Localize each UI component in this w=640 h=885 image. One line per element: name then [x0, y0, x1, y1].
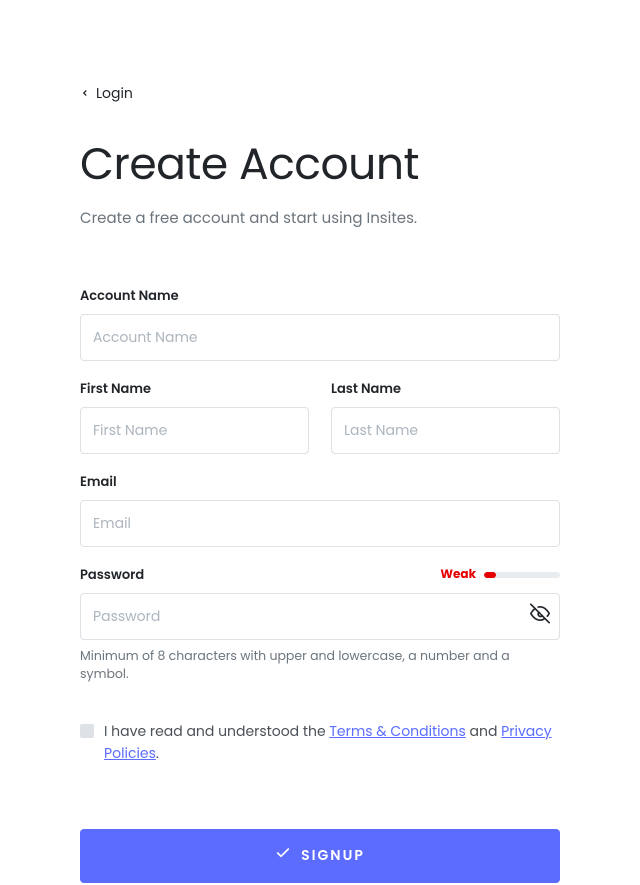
account-name-input[interactable]: [80, 314, 560, 361]
terms-conditions-link[interactable]: Terms & Conditions: [329, 721, 465, 741]
last-name-input[interactable]: [331, 407, 560, 454]
password-helper-text: Minimum of 8 characters with upper and l…: [80, 648, 560, 684]
terms-checkbox[interactable]: [80, 724, 94, 738]
first-name-label: First Name: [80, 379, 309, 399]
password-strength-bar: [484, 572, 560, 578]
terms-middle: and: [466, 721, 501, 741]
password-strength-label: Weak: [440, 566, 476, 584]
signup-button-label: SIGNUP: [301, 845, 365, 866]
page-subtitle: Create a free account and start using In…: [80, 207, 560, 230]
first-name-input[interactable]: [80, 407, 309, 454]
back-to-login-link[interactable]: Login: [80, 83, 133, 104]
email-label: Email: [80, 472, 560, 492]
toggle-password-visibility-button[interactable]: [530, 603, 550, 630]
chevron-left-icon: [80, 83, 90, 104]
email-input[interactable]: [80, 500, 560, 547]
last-name-label: Last Name: [331, 379, 560, 399]
password-input[interactable]: [80, 593, 560, 640]
page-title: Create Account: [80, 132, 560, 197]
password-label: Password: [80, 565, 144, 585]
terms-suffix: .: [156, 743, 159, 763]
password-strength-fill: [484, 572, 496, 578]
terms-prefix: I have read and understood the: [104, 721, 329, 741]
eye-off-icon: [530, 603, 550, 630]
password-strength-indicator: Weak: [440, 566, 560, 584]
back-link-label: Login: [96, 83, 133, 104]
signup-button[interactable]: SIGNUP: [80, 829, 560, 883]
account-name-label: Account Name: [80, 286, 560, 306]
terms-text: I have read and understood the Terms & C…: [104, 720, 560, 765]
check-icon: [275, 845, 291, 867]
